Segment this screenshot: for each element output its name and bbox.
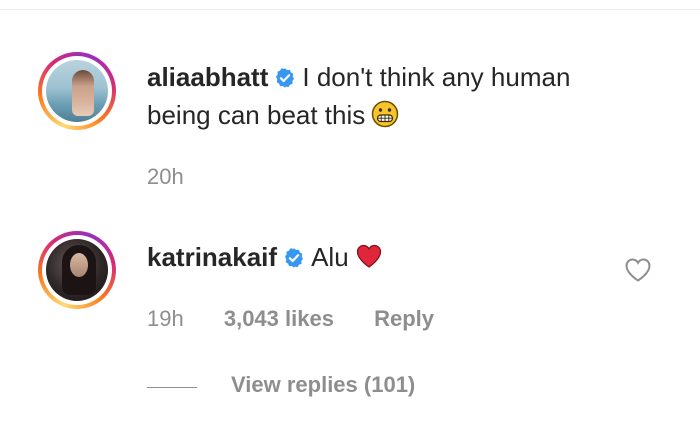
like-heart-icon[interactable] xyxy=(624,257,652,283)
red-heart-emoji-icon xyxy=(356,244,381,268)
comment-line-1: katrinakaif Alu xyxy=(147,238,383,276)
verified-badge-icon xyxy=(276,68,295,88)
avatar-aliaabhatt[interactable] xyxy=(38,52,116,130)
grimacing-emoji-icon xyxy=(372,100,399,128)
comment-text-line1: I don't think any human xyxy=(302,62,571,92)
comment-line-2: being can beat this xyxy=(147,96,399,134)
divider xyxy=(0,9,700,10)
comment-timestamp[interactable]: 20h xyxy=(147,164,184,189)
comment-text: Alu xyxy=(311,242,349,272)
avatar-katrinakaif[interactable] xyxy=(38,231,116,309)
username-aliaabhatt[interactable]: aliaabhatt xyxy=(147,62,268,92)
comment-meta: 20h xyxy=(147,164,218,190)
verified-badge-icon xyxy=(285,248,304,268)
reply-button[interactable]: Reply xyxy=(374,306,434,331)
view-replies-label[interactable]: View replies (101) xyxy=(231,372,415,398)
comment-meta: 19h 3,043 likes Reply xyxy=(147,306,468,332)
replies-divider xyxy=(147,387,197,388)
comment-text-line2: being can beat this xyxy=(147,100,366,130)
comment-line-1: aliaabhatt I don't think any human xyxy=(147,58,570,96)
comment-timestamp[interactable]: 19h xyxy=(147,306,184,331)
username-katrinakaif[interactable]: katrinakaif xyxy=(147,242,277,272)
likes-count[interactable]: 3,043 likes xyxy=(224,306,334,331)
